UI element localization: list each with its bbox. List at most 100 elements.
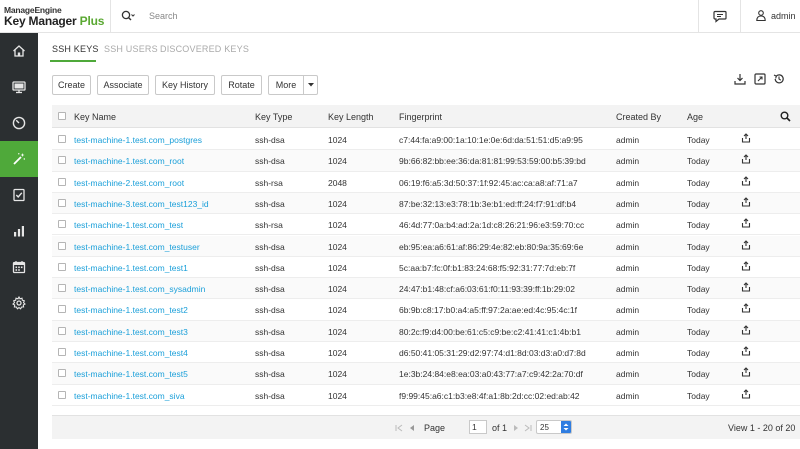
key-name-link[interactable]: test-machine-1.test.com_test <box>74 220 183 230</box>
sidebar-item-tasks[interactable] <box>0 177 38 213</box>
key-type-cell: ssh-dsa <box>255 369 285 380</box>
column-header-key-type[interactable]: Key Type <box>255 112 292 122</box>
search-icon[interactable] <box>121 10 135 22</box>
create-button[interactable]: Create <box>52 75 91 95</box>
row-checkbox[interactable] <box>58 326 66 335</box>
share-icon[interactable] <box>741 218 751 228</box>
share-icon[interactable] <box>741 346 751 356</box>
more-dropdown-toggle[interactable] <box>304 75 318 95</box>
key-name-link[interactable]: test-machine-1.test.com_testuser <box>74 242 200 252</box>
sidebar-item-ssh-keys[interactable] <box>0 141 38 177</box>
row-checkbox[interactable] <box>58 284 66 293</box>
download-icon[interactable] <box>734 73 746 85</box>
share-icon[interactable] <box>741 324 751 335</box>
sidebar-item-reports[interactable] <box>0 213 38 249</box>
row-checkbox[interactable] <box>58 177 66 186</box>
associate-button[interactable]: Associate <box>97 75 149 95</box>
sidebar-item-resources[interactable] <box>0 69 38 105</box>
table-row[interactable]: test-machine-1.test.com_test5 ssh-dsa 1024… <box>52 363 800 385</box>
share-icon[interactable] <box>741 154 751 164</box>
share-icon[interactable] <box>741 175 751 186</box>
first-page-icon[interactable] <box>395 424 403 432</box>
row-checkbox[interactable] <box>58 198 66 207</box>
table-row[interactable]: test-machine-2.test.com_root ssh-rsa 2048 0… <box>52 172 800 193</box>
tab-ssh-users[interactable]: SSH USERS <box>104 44 158 54</box>
share-icon[interactable] <box>741 133 751 143</box>
tab-discovered-keys[interactable]: DISCOVERED KEYS <box>160 44 249 54</box>
pagination-bar: Page of 1 25 View 1 - 20 of 20 <box>52 415 800 439</box>
key-name-link[interactable]: test-machine-1.test.com_test4 <box>74 348 188 358</box>
age-cell: Today <box>687 284 710 295</box>
table-row[interactable]: test-machine-1.test.com_test ssh-rsa 1024 4… <box>52 214 800 236</box>
age-cell: Today <box>687 305 710 316</box>
key-name-link[interactable]: test-machine-1.test.com_sysadmin <box>74 284 205 294</box>
page-size-value: 25 <box>540 423 549 432</box>
table-row[interactable]: test-machine-3.test.com_test123_id ssh-ds… <box>52 192 800 215</box>
row-checkbox[interactable] <box>58 156 66 165</box>
table-row[interactable]: test-machine-1.test.com_test4 ssh-dsa 1024… <box>52 342 800 364</box>
row-checkbox[interactable] <box>58 390 66 399</box>
table-row[interactable]: test-machine-1.test.com_test2 ssh-dsa 1024… <box>52 299 800 321</box>
column-header-created-by[interactable]: Created By <box>616 112 661 122</box>
share-icon[interactable] <box>741 303 751 313</box>
key-type-cell: ssh-dsa <box>255 390 285 401</box>
row-checkbox[interactable] <box>58 369 66 378</box>
created-by-cell: admin <box>616 156 640 167</box>
user-menu[interactable]: admin <box>740 0 800 32</box>
table-row[interactable]: test-machine-1.test.com_postgres ssh-dsa 1… <box>52 129 800 151</box>
row-checkbox[interactable] <box>58 348 66 356</box>
search-icon[interactable] <box>780 111 791 122</box>
next-page-icon[interactable] <box>512 424 520 432</box>
key-name-link[interactable]: test-machine-1.test.com_siva <box>74 391 185 401</box>
table-row[interactable]: test-machine-1.test.com_test3 ssh-dsa 1024… <box>52 320 800 342</box>
sidebar-item-settings[interactable] <box>0 285 38 321</box>
key-name-link[interactable]: test-machine-1.test.com_postgres <box>74 135 202 145</box>
page-number-input[interactable] <box>469 420 487 434</box>
global-search <box>110 0 710 32</box>
column-header-key-length[interactable]: Key Length <box>328 112 374 122</box>
history-icon[interactable] <box>773 73 785 85</box>
page-size-select[interactable]: 25 <box>536 420 572 434</box>
key-length-cell: 1024 <box>328 135 347 145</box>
key-name-link[interactable]: test-machine-2.test.com_root <box>74 178 184 188</box>
app-logo[interactable]: ManageEngine Key Manager Plus <box>4 5 108 29</box>
key-name-link[interactable]: test-machine-1.test.com_test1 <box>74 263 188 273</box>
row-checkbox[interactable] <box>58 305 66 314</box>
table-row[interactable]: test-machine-1.test.com_siva ssh-dsa 1024 f… <box>52 385 800 406</box>
key-name-link[interactable]: test-machine-3.test.com_test123_id <box>74 199 209 209</box>
share-icon[interactable] <box>741 261 751 271</box>
key-history-button[interactable]: Key History <box>155 75 215 95</box>
key-name-link[interactable]: test-machine-1.test.com_test2 <box>74 305 188 315</box>
tab-ssh-keys[interactable]: SSH KEYS <box>52 44 99 54</box>
rotate-button[interactable]: Rotate <box>221 75 262 95</box>
chat-icon[interactable] <box>713 10 727 23</box>
row-checkbox[interactable] <box>58 241 66 250</box>
key-name-link[interactable]: test-machine-1.test.com_root <box>74 156 184 166</box>
last-page-icon[interactable] <box>524 424 532 432</box>
select-all-checkbox[interactable] <box>58 112 66 120</box>
search-input[interactable] <box>149 8 349 24</box>
column-header-key-name[interactable]: Key Name <box>74 112 116 122</box>
sidebar-item-schedules[interactable] <box>0 249 38 285</box>
share-icon[interactable] <box>741 239 751 250</box>
row-checkbox[interactable] <box>58 220 66 229</box>
row-checkbox[interactable] <box>58 262 66 271</box>
table-row[interactable]: test-machine-1.test.com_sysadmin ssh-dsa 1… <box>52 278 800 300</box>
sidebar-item-home[interactable] <box>0 33 38 69</box>
share-icon[interactable] <box>741 197 751 207</box>
sidebar-item-dashboard[interactable] <box>0 105 38 141</box>
share-icon[interactable] <box>741 282 751 292</box>
column-header-fingerprint[interactable]: Fingerprint <box>399 112 442 122</box>
key-name-link[interactable]: test-machine-1.test.com_test5 <box>74 369 188 379</box>
export-icon[interactable] <box>754 73 766 85</box>
column-header-age[interactable]: Age <box>687 112 703 122</box>
key-name-link[interactable]: test-machine-1.test.com_test3 <box>74 327 188 337</box>
table-row[interactable]: test-machine-1.test.com_test1 ssh-dsa 1024… <box>52 257 800 279</box>
table-row[interactable]: test-machine-1.test.com_root ssh-dsa 1024 9… <box>52 150 800 172</box>
table-row[interactable]: test-machine-1.test.com_testuser ssh-dsa 1… <box>52 235 800 257</box>
prev-page-icon[interactable] <box>408 424 416 432</box>
share-icon[interactable] <box>741 367 751 377</box>
row-checkbox[interactable] <box>58 135 66 143</box>
share-icon[interactable] <box>741 388 751 399</box>
more-button[interactable]: More <box>268 75 304 95</box>
